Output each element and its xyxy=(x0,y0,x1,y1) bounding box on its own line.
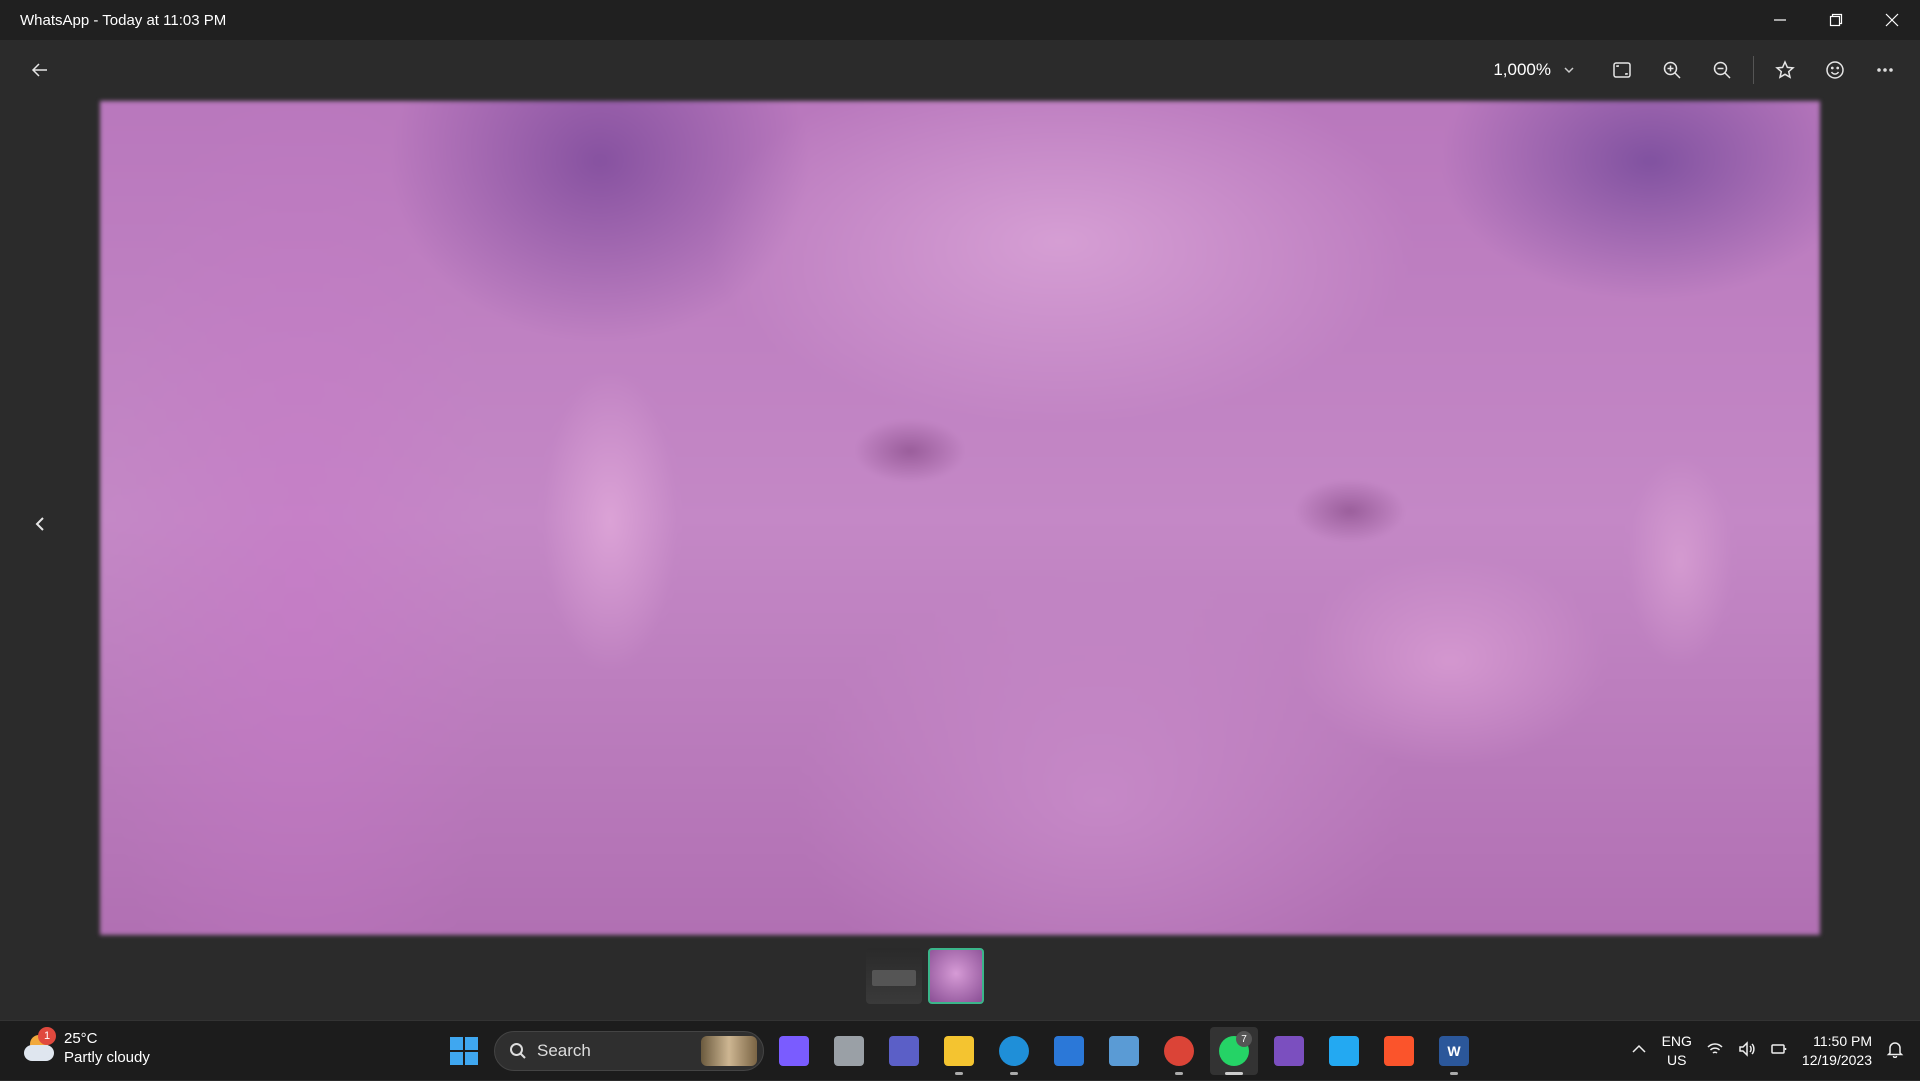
window-title: WhatsApp - Today at 11:03 PM xyxy=(20,11,227,29)
restore-button[interactable] xyxy=(1808,0,1864,40)
weather-condition: Partly cloudy xyxy=(64,1049,150,1066)
running-indicator xyxy=(1225,1072,1243,1075)
edge-icon xyxy=(999,1036,1029,1066)
fit-to-window-button[interactable] xyxy=(1597,50,1647,90)
running-indicator xyxy=(955,1072,963,1075)
zoom-in-icon xyxy=(1663,61,1681,79)
chevron-left-icon xyxy=(35,517,44,531)
notifications-button[interactable] xyxy=(1886,1040,1904,1063)
running-indicator xyxy=(1175,1072,1183,1075)
zoom-dropdown[interactable]: 1,000% xyxy=(1493,60,1575,80)
taskbar-apps: Search 7W xyxy=(440,1027,1478,1075)
viewer-toolbar: 1,000% xyxy=(0,40,1920,100)
toolbar-actions: 1,000% xyxy=(1493,50,1910,90)
minimize-button[interactable] xyxy=(1752,0,1808,40)
minimize-icon xyxy=(1774,19,1786,21)
taskbar-app-copilot[interactable] xyxy=(770,1027,818,1075)
wifi-icon[interactable] xyxy=(1706,1040,1724,1063)
more-horizontal-icon xyxy=(1877,68,1893,72)
partly-cloudy-icon: 1 xyxy=(22,1027,56,1065)
photo-viewer-window: WhatsApp - Today at 11:03 PM 1,000% xyxy=(0,0,1920,1020)
taskbar-app-task-view[interactable] xyxy=(825,1027,873,1075)
bell-icon xyxy=(1886,1041,1904,1058)
smiley-icon xyxy=(1826,61,1844,79)
volume-icon[interactable] xyxy=(1738,1040,1756,1063)
taskbar-app-file-explorer[interactable] xyxy=(935,1027,983,1075)
close-icon xyxy=(1885,13,1899,27)
windows-logo-icon xyxy=(450,1037,478,1065)
chevron-down-icon xyxy=(1564,67,1574,74)
toolbar-divider xyxy=(1753,56,1754,84)
taskbar-app-word[interactable]: W xyxy=(1430,1027,1478,1075)
microsoft-store-icon xyxy=(1054,1036,1084,1066)
fit-screen-icon xyxy=(1613,62,1631,78)
zoom-out-icon xyxy=(1713,61,1731,79)
search-highlight-image xyxy=(701,1036,757,1066)
taskbar-app-chrome[interactable] xyxy=(1155,1027,1203,1075)
taskbar-app-brave[interactable] xyxy=(1375,1027,1423,1075)
clock-time: 11:50 PM xyxy=(1813,1033,1872,1049)
taskbar-app-teams[interactable] xyxy=(880,1027,928,1075)
zoom-out-button[interactable] xyxy=(1697,50,1747,90)
battery-icon[interactable] xyxy=(1770,1040,1788,1063)
taskbar-app-visual-studio[interactable] xyxy=(1265,1027,1313,1075)
react-button[interactable] xyxy=(1810,50,1860,90)
taskbar-app-microsoft-store[interactable] xyxy=(1045,1027,1093,1075)
thumbnail-chat-screenshot[interactable] xyxy=(866,948,922,1004)
star-icon xyxy=(1775,60,1795,79)
clock-date: 12/19/2023 xyxy=(1801,1052,1872,1068)
weather-badge: 1 xyxy=(38,1027,56,1045)
search-icon xyxy=(510,1043,526,1059)
taskbar-search[interactable]: Search xyxy=(494,1031,764,1071)
copilot-icon xyxy=(779,1036,809,1066)
thumbnail-photo-selected[interactable] xyxy=(928,948,984,1004)
taskbar-app-edge[interactable] xyxy=(990,1027,1038,1075)
filmstrip xyxy=(866,948,984,1004)
whatsapp-badge: 7 xyxy=(1236,1031,1252,1047)
taskbar-app-vscode[interactable] xyxy=(1320,1027,1368,1075)
zoomed-photo[interactable] xyxy=(100,101,1820,935)
star-button[interactable] xyxy=(1760,50,1810,90)
weather-widget[interactable]: 1 25°C Partly cloudy xyxy=(22,1027,150,1067)
back-button[interactable] xyxy=(20,50,60,90)
restore-icon xyxy=(1829,13,1843,27)
chevron-up-icon xyxy=(1632,1044,1646,1053)
weather-temp: 25°C xyxy=(64,1030,98,1047)
taskbar-app-whatsapp[interactable]: 7 xyxy=(1210,1027,1258,1075)
vscode-icon xyxy=(1329,1036,1359,1066)
photos-icon xyxy=(1109,1036,1139,1066)
taskbar-app-photos[interactable] xyxy=(1100,1027,1148,1075)
previous-image-button[interactable] xyxy=(20,504,60,544)
window-controls xyxy=(1752,0,1920,40)
visual-studio-icon xyxy=(1274,1036,1304,1066)
brave-icon xyxy=(1384,1036,1414,1066)
close-button[interactable] xyxy=(1864,0,1920,40)
running-indicator xyxy=(1450,1072,1458,1075)
running-indicator xyxy=(1010,1072,1018,1075)
task-view-icon xyxy=(834,1036,864,1066)
pinned-apps: 7W xyxy=(770,1027,1478,1075)
arrow-left-icon xyxy=(31,63,47,77)
taskbar: 1 25°C Partly cloudy Search 7W ENG US 11… xyxy=(0,1020,1920,1080)
start-button[interactable] xyxy=(440,1027,488,1075)
more-options-button[interactable] xyxy=(1860,50,1910,90)
file-explorer-icon xyxy=(944,1036,974,1066)
chrome-icon xyxy=(1164,1036,1194,1066)
show-hidden-icons-button[interactable] xyxy=(1630,1040,1648,1063)
word-icon: W xyxy=(1439,1036,1469,1066)
teams-icon xyxy=(889,1036,919,1066)
title-bar: WhatsApp - Today at 11:03 PM xyxy=(0,0,1920,40)
clock[interactable]: 11:50 PM 12/19/2023 xyxy=(1802,1032,1872,1070)
system-tray: ENG US 11:50 PM 12/19/2023 xyxy=(1630,1021,1904,1081)
input-language[interactable]: ENG US xyxy=(1662,1032,1692,1070)
zoom-in-button[interactable] xyxy=(1647,50,1697,90)
zoom-level: 1,000% xyxy=(1493,60,1551,79)
search-label: Search xyxy=(537,1041,591,1060)
